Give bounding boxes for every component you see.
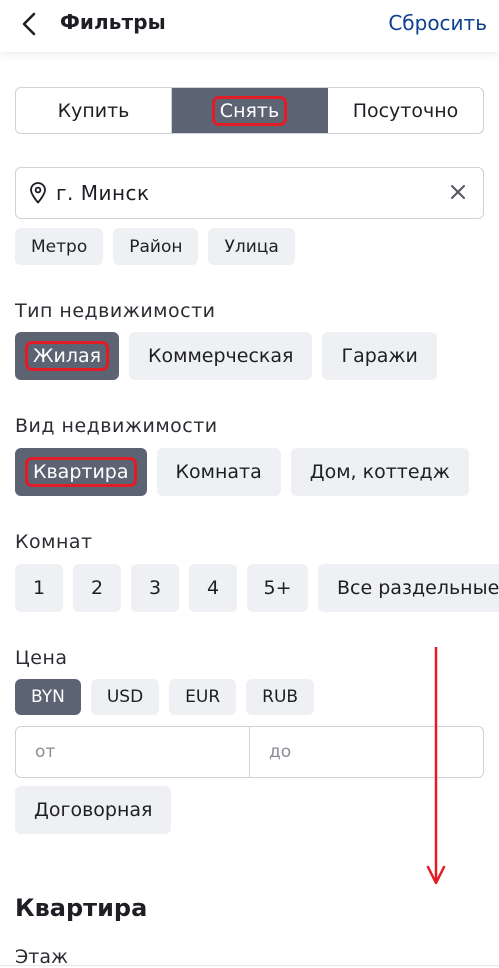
deal-type-buy[interactable]: Купить: [16, 88, 172, 133]
chip-residential[interactable]: Жилая: [15, 332, 120, 380]
chip-rooms-all-separate[interactable]: Все раздельные: [318, 564, 499, 612]
location-pin-icon: [30, 182, 46, 204]
bottom-divider: [0, 965, 499, 966]
currency-options: BYN USD EUR RUB: [15, 679, 315, 715]
property-kind-label: Вид недвижимости: [15, 415, 218, 437]
location-refine-chips: Метро Район Улица: [15, 228, 295, 265]
chip-metro[interactable]: Метро: [15, 228, 104, 265]
chip-rooms-3[interactable]: 3: [131, 564, 179, 612]
location-value: г. Минск: [56, 181, 150, 205]
back-arrow-icon[interactable]: [18, 10, 42, 38]
chip-room[interactable]: Комната: [156, 448, 281, 496]
location-field[interactable]: г. Минск: [15, 167, 484, 219]
chip-currency-byn[interactable]: BYN: [15, 679, 81, 715]
chip-currency-usd[interactable]: USD: [90, 679, 160, 715]
chip-currency-eur[interactable]: EUR: [169, 679, 237, 715]
property-type-options: Жилая Коммерческая Гаражи: [15, 332, 437, 380]
property-kind-options: Квартира Комната Дом, коттедж: [15, 448, 469, 496]
close-icon[interactable]: [449, 183, 467, 201]
price-label: Цена: [15, 647, 68, 669]
chip-street[interactable]: Улица: [208, 228, 295, 265]
chip-commercial[interactable]: Коммерческая: [129, 332, 313, 380]
top-bar: Фильтры Сбросить: [0, 0, 499, 52]
deal-type-selector: Купить Снять Посуточно: [15, 87, 484, 134]
deal-type-rent[interactable]: Снять: [172, 88, 328, 133]
property-type-label: Тип недвижимости: [15, 300, 216, 322]
chip-label: Квартира: [25, 457, 137, 487]
price-range: от до: [15, 726, 484, 778]
apartment-section-title: Квартира: [15, 894, 148, 922]
price-to-input[interactable]: до: [250, 727, 483, 777]
chip-rooms-2[interactable]: 2: [73, 564, 121, 612]
deal-type-label: Посуточно: [352, 99, 459, 122]
deal-type-label: Снять: [211, 95, 288, 126]
negotiable-row: Договорная: [15, 786, 172, 834]
deal-type-daily[interactable]: Посуточно: [328, 88, 483, 133]
rooms-label: Комнат: [15, 531, 93, 553]
chip-negotiable[interactable]: Договорная: [15, 786, 172, 834]
chip-apartment[interactable]: Квартира: [15, 448, 147, 496]
chip-garages[interactable]: Гаражи: [322, 332, 437, 380]
page-title: Фильтры: [60, 10, 166, 34]
chip-label: Жилая: [25, 341, 110, 371]
chip-rooms-1[interactable]: 1: [15, 564, 63, 612]
rooms-options: 1 2 3 4 5+ Все раздельные: [15, 564, 499, 612]
chip-house[interactable]: Дом, коттедж: [290, 448, 469, 496]
price-from-input[interactable]: от: [16, 727, 250, 777]
reset-button[interactable]: Сбросить: [388, 11, 487, 35]
chip-currency-rub[interactable]: RUB: [246, 679, 315, 715]
chip-district[interactable]: Район: [113, 228, 199, 265]
chip-rooms-4[interactable]: 4: [189, 564, 237, 612]
chip-rooms-5plus[interactable]: 5+: [247, 564, 308, 612]
deal-type-label: Купить: [57, 99, 130, 122]
scroll-down-arrow-icon: [426, 647, 446, 885]
